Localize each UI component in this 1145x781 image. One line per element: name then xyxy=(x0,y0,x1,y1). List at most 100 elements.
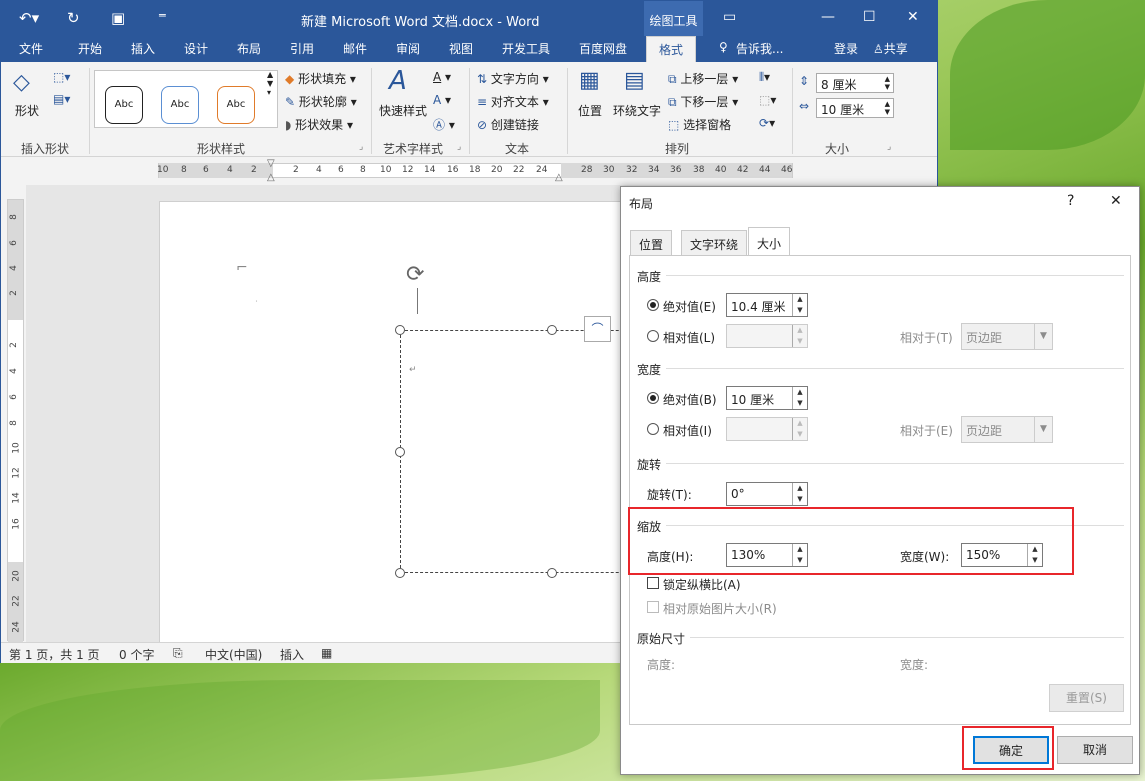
textbox-icon[interactable]: ▤▾ xyxy=(53,92,70,106)
save-icon[interactable]: ▣ xyxy=(111,9,125,27)
align-icon[interactable]: ⫴▾ xyxy=(759,70,770,85)
spin-down-icon[interactable]: ▼ xyxy=(792,336,807,347)
tab-home[interactable]: 开始 xyxy=(78,40,102,57)
text-fill-icon[interactable]: A ▾ xyxy=(433,70,451,84)
maximize-icon[interactable]: ☐ xyxy=(863,9,876,25)
tab-position[interactable]: 位置 xyxy=(630,230,673,255)
spin-down-icon[interactable]: ▼ xyxy=(792,398,807,409)
position-button[interactable]: 位置 xyxy=(578,102,602,119)
tab-view[interactable]: 视图 xyxy=(449,40,473,57)
cancel-button[interactable]: 取消 xyxy=(1057,736,1133,764)
shape-width-input[interactable]: 10 厘米 ▲ ▼ xyxy=(816,98,894,118)
tab-insert[interactable]: 插入 xyxy=(131,40,155,57)
reset-button[interactable]: 重置(S) xyxy=(1049,684,1124,712)
resize-handle-n[interactable] xyxy=(547,325,557,335)
position-icon[interactable]: ▦ xyxy=(579,68,600,93)
width-relative-radio[interactable] xyxy=(647,423,659,435)
shapes-icon[interactable]: ◇ xyxy=(13,70,30,95)
resize-handle-nw[interactable] xyxy=(395,325,405,335)
group-icon[interactable]: ⬚▾ xyxy=(759,93,776,107)
login-link[interactable]: 登录 xyxy=(834,40,858,57)
height-absolute-radio[interactable] xyxy=(647,299,659,311)
height-absolute-input[interactable]: 10.4 厘米 ▲ ▼ xyxy=(726,293,808,317)
shape-height-input[interactable]: 8 厘米 ▲ ▼ xyxy=(816,73,894,93)
vertical-ruler[interactable]: 8 6 4 2 2 4 6 8 10 12 14 16 20 22 24 xyxy=(7,199,24,642)
dialog-launcher-icon[interactable]: ⌟ xyxy=(359,142,363,152)
text-direction-button[interactable]: ⇅ 文字方向 ▾ xyxy=(477,70,549,87)
rotation-input[interactable]: 0° ▲ ▼ xyxy=(726,482,808,506)
text-outline-icon[interactable]: A ▾ xyxy=(433,93,451,107)
resize-handle-s[interactable] xyxy=(547,568,557,578)
tab-format[interactable]: 格式 xyxy=(646,36,697,62)
shapes-button[interactable]: 形状 xyxy=(15,102,39,119)
relative-original-checkbox[interactable] xyxy=(647,601,659,613)
style-sample-black[interactable]: Abc xyxy=(105,86,143,124)
spin-up-icon[interactable]: ▲ xyxy=(792,483,807,494)
layout-options-icon[interactable]: ⌒ xyxy=(584,316,611,342)
width-relative-select[interactable]: 页边距 ▼ xyxy=(961,416,1053,443)
status-language[interactable]: 中文(中国) xyxy=(205,646,262,663)
tab-review[interactable]: 审阅 xyxy=(396,40,420,57)
gallery-scroll-icon[interactable]: ▲ ▼ ▾ xyxy=(267,70,273,97)
tell-me-input[interactable]: 告诉我... xyxy=(736,40,783,57)
style-sample-orange[interactable]: Abc xyxy=(217,86,255,124)
rotate-icon[interactable]: ⟳▾ xyxy=(759,116,775,130)
macro-icon[interactable]: ▦ xyxy=(321,646,332,660)
width-absolute-label[interactable]: 绝对值(B) xyxy=(663,391,717,408)
tab-layout[interactable]: 布局 xyxy=(237,40,261,57)
redo-icon[interactable]: ↻ xyxy=(67,9,80,27)
tab-size[interactable]: 大小 xyxy=(748,227,791,256)
shape-style-gallery[interactable]: Abc Abc Abc xyxy=(94,70,278,128)
width-absolute-input[interactable]: 10 厘米 ▲ ▼ xyxy=(726,386,808,410)
minimize-icon[interactable]: — xyxy=(821,9,835,25)
status-mode[interactable]: 插入 xyxy=(280,646,304,663)
tab-design[interactable]: 设计 xyxy=(184,40,208,57)
shape-fill-button[interactable]: ◆ 形状填充 ▾ xyxy=(285,70,356,87)
quick-styles-button[interactable]: 快速样式 xyxy=(379,102,427,119)
height-relative-radio[interactable] xyxy=(647,330,659,342)
spin-icon[interactable]: ▲ ▼ xyxy=(885,75,890,91)
create-link-button[interactable]: ⊘ 创建链接 xyxy=(477,116,539,133)
spin-up-icon[interactable]: ▲ xyxy=(792,387,807,398)
status-page[interactable]: 第 1 页，共 1 页 xyxy=(9,646,100,663)
width-relative-input[interactable]: ▲ ▼ xyxy=(726,417,808,441)
dialog-launcher-icon[interactable]: ⌟ xyxy=(887,142,891,152)
height-relative-select[interactable]: 页边距 ▼ xyxy=(961,323,1053,350)
align-text-button[interactable]: ≡ 对齐文本 ▾ xyxy=(477,93,549,110)
wrap-text-icon[interactable]: ▤ xyxy=(624,68,645,93)
text-effects-icon[interactable]: Ⓐ ▾ xyxy=(433,116,455,133)
spin-down-icon[interactable]: ▼ xyxy=(792,429,807,440)
help-icon[interactable]: ? xyxy=(1067,193,1074,209)
send-backward-button[interactable]: ⧉ 下移一层 ▾ xyxy=(668,93,738,110)
dropdown-icon[interactable]: ▼ xyxy=(1034,417,1052,442)
lock-aspect-label[interactable]: 锁定纵横比(A) xyxy=(663,576,741,593)
shape-effects-button[interactable]: ◗ 形状效果 ▾ xyxy=(285,116,353,133)
right-indent-icon[interactable]: △ xyxy=(555,172,563,183)
wrap-text-button[interactable]: 环绕文字 xyxy=(613,102,661,119)
status-words[interactable]: 0 个字 xyxy=(119,646,154,663)
bring-forward-button[interactable]: ⧉ 上移一层 ▾ xyxy=(668,70,738,87)
resize-handle-sw[interactable] xyxy=(395,568,405,578)
height-relative-label[interactable]: 相对值(L) xyxy=(663,329,715,346)
dropdown-icon[interactable]: ▼ xyxy=(1034,324,1052,349)
first-line-indent-icon[interactable]: ▽ xyxy=(267,158,275,169)
rotate-handle-icon[interactable]: ⟳ xyxy=(406,262,424,287)
close-icon[interactable]: ✕ xyxy=(907,9,919,25)
wordart-icon[interactable]: A xyxy=(389,66,407,96)
spin-icon[interactable]: ▲ ▼ xyxy=(885,100,890,116)
customize-qa-icon[interactable]: ═ xyxy=(159,9,166,22)
share-button[interactable]: ♙共享 xyxy=(873,40,908,57)
lock-aspect-checkbox[interactable] xyxy=(647,577,659,589)
style-sample-blue[interactable]: Abc xyxy=(161,86,199,124)
proofing-icon[interactable]: ⎘ xyxy=(173,646,183,661)
left-indent-icon[interactable]: △ xyxy=(267,172,275,183)
tab-file[interactable]: 文件 xyxy=(19,40,43,57)
tab-developer[interactable]: 开发工具 xyxy=(502,40,550,57)
height-relative-input[interactable]: ▲ ▼ xyxy=(726,324,808,348)
dialog-launcher-icon[interactable]: ⌟ xyxy=(457,142,461,152)
shape-outline-button[interactable]: ✎ 形状轮廓 ▾ xyxy=(285,93,357,110)
tab-references[interactable]: 引用 xyxy=(290,40,314,57)
resize-handle-w[interactable] xyxy=(395,447,405,457)
tab-mailings[interactable]: 邮件 xyxy=(343,40,367,57)
tab-baidu[interactable]: 百度网盘 xyxy=(579,40,627,57)
